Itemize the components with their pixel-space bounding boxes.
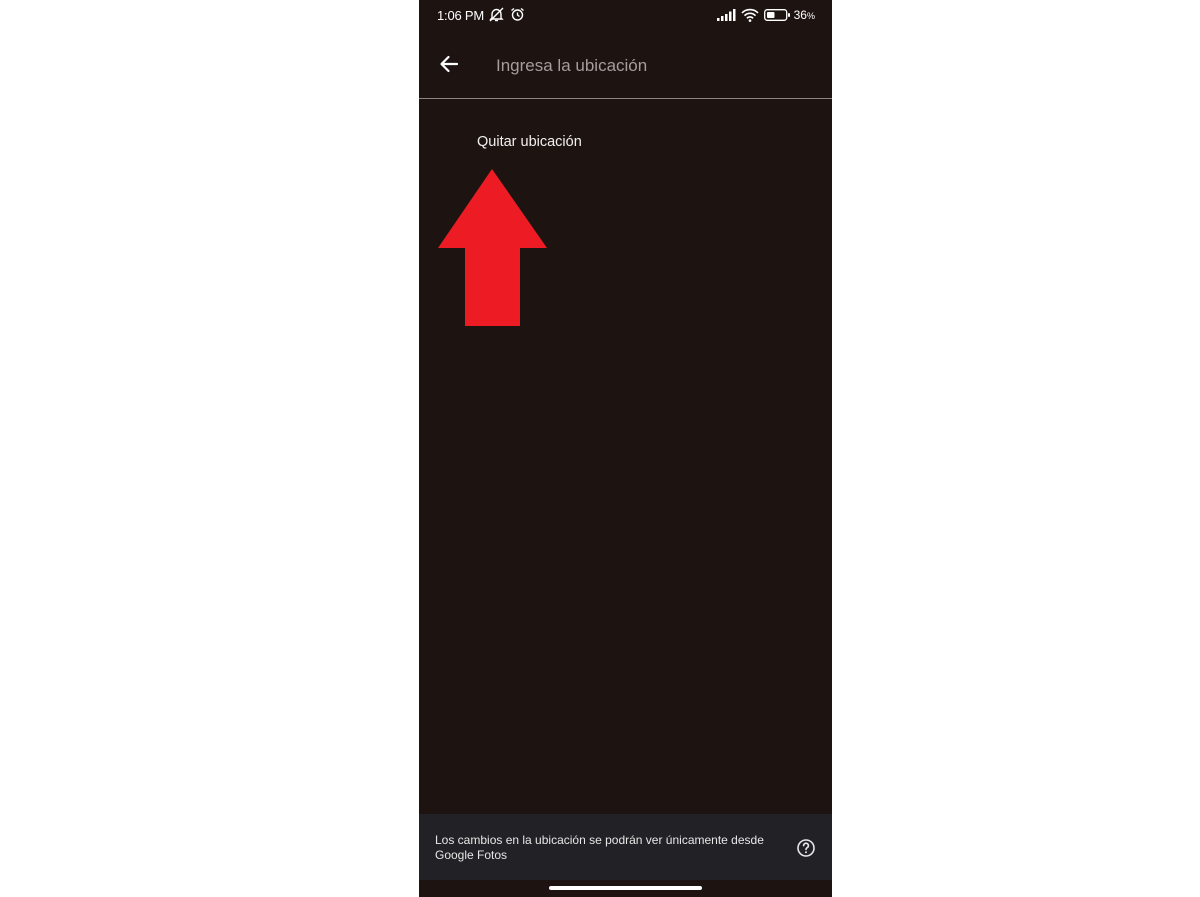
help-circle-icon bbox=[797, 839, 815, 857]
phone-screen: 1:06 PM 36% Ingresa la ubicación Quitar … bbox=[419, 0, 832, 897]
back-button[interactable] bbox=[433, 48, 465, 80]
status-time: 1:06 PM bbox=[437, 8, 485, 23]
app-bar bbox=[419, 32, 832, 98]
battery-percent: 36% bbox=[793, 8, 815, 22]
alarm-icon bbox=[510, 7, 525, 25]
info-message: Los cambios en la ubicación se podrán ve… bbox=[435, 833, 764, 862]
wifi-icon bbox=[741, 8, 759, 25]
info-bar: Los cambios en la ubicación se podrán ve… bbox=[419, 814, 832, 880]
arrow-left-icon bbox=[440, 55, 459, 73]
remove-location-button[interactable]: Quitar ubicación bbox=[477, 134, 582, 150]
help-button[interactable] bbox=[796, 838, 816, 858]
battery-icon bbox=[764, 9, 791, 24]
notifications-muted-icon bbox=[488, 7, 505, 25]
red-up-arrow-annotation bbox=[438, 169, 548, 332]
signal-icon bbox=[717, 9, 737, 24]
status-bar: 1:06 PM 36% bbox=[419, 0, 832, 32]
location-search-input[interactable] bbox=[494, 50, 818, 82]
app-bar-divider bbox=[419, 98, 832, 99]
home-indicator[interactable] bbox=[549, 886, 702, 890]
